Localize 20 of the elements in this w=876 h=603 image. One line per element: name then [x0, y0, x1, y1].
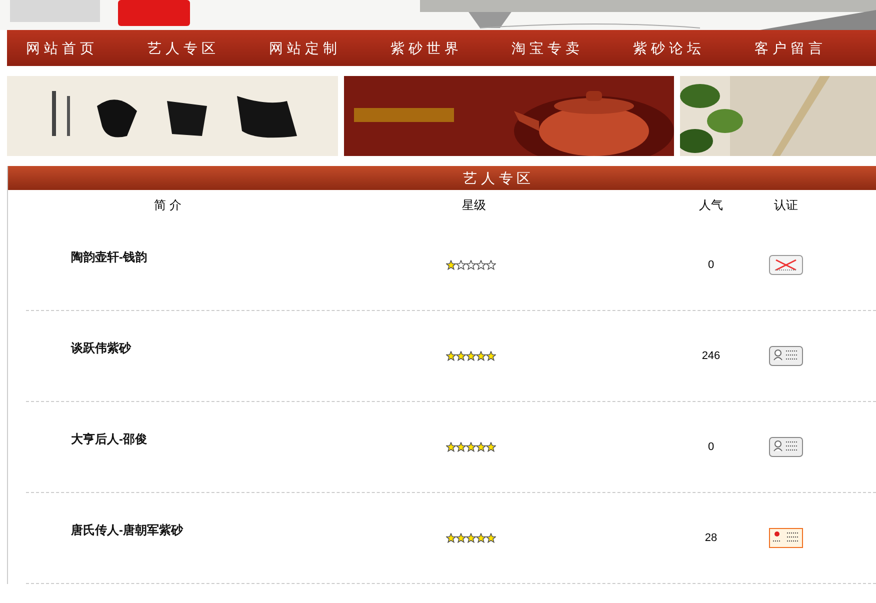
artist-name[interactable]: 唐氏传人-唐朝军紫砂 — [71, 523, 183, 537]
column-header: 简 介 — [154, 198, 182, 212]
section-title: 艺 人 专 区 — [463, 168, 531, 188]
nav-link[interactable]: 客户留言 — [754, 38, 876, 58]
column-header: 星级 — [462, 198, 486, 212]
artist-name[interactable]: 谈跃伟紫砂 — [71, 341, 131, 355]
nav-link[interactable]: 网站首页 — [26, 38, 148, 58]
nav-link[interactable]: 紫砂世界 — [390, 38, 512, 58]
column-header: 认证 — [774, 197, 798, 214]
popularity-count: 0 — [708, 258, 714, 273]
nav-link[interactable]: 艺人专区 — [147, 38, 269, 58]
artist-name[interactable]: 陶韵壶轩-钱韵 — [71, 250, 147, 264]
nav-link[interactable]: 紫砂论坛 — [633, 38, 755, 58]
nav-link[interactable]: 淘宝专卖 — [512, 38, 634, 58]
artist-name[interactable]: 大亨后人-邵俊 — [71, 432, 147, 446]
popularity-count: 0 — [708, 440, 714, 455]
nav-link[interactable]: 网站定制 — [268, 38, 390, 58]
column-header: 人气 — [699, 197, 723, 214]
popularity-count: 28 — [704, 530, 718, 546]
popularity-count: 246 — [702, 348, 720, 364]
